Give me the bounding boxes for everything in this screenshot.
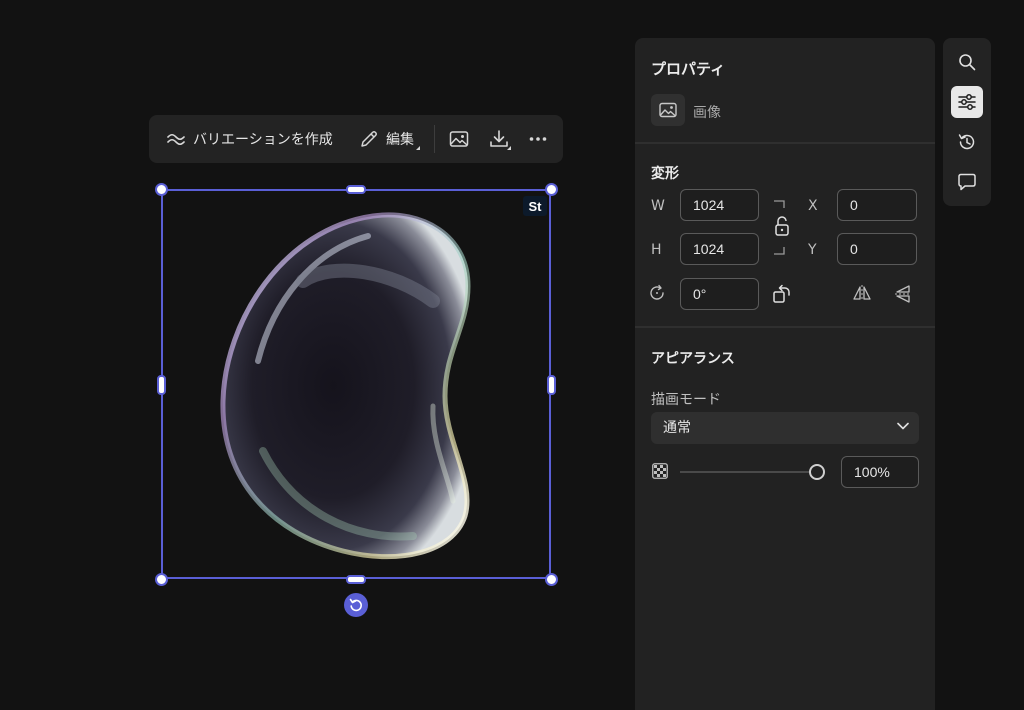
transform-section-title: 変形 [651,166,679,182]
resize-handle-top-right[interactable] [545,183,558,196]
adobe-stock-badge: St [523,196,547,216]
appearance-section-title: アピアランス [651,351,735,367]
section-divider [635,326,935,328]
image-options-button[interactable] [449,115,469,163]
rotation-label-icon [648,284,666,302]
section-divider [635,142,935,144]
y-label: Y [808,242,817,258]
width-label: W [651,198,665,214]
constrain-proportions-toggle[interactable] [770,198,790,256]
image-icon [659,102,677,118]
properties-panel: プロパティ 画像 変形 W 1024 H 1024 X 0 Y 0 0° アピア… [635,38,935,710]
history-icon [957,132,977,152]
comments-button[interactable] [951,166,983,198]
resize-handle-left[interactable] [157,375,166,395]
search-button[interactable] [951,46,983,78]
download-button[interactable] [489,115,511,163]
layer-type-label: 画像 [693,105,721,121]
more-options-button[interactable] [529,115,547,163]
selected-image-frame[interactable] [161,189,551,579]
opacity-slider-track[interactable] [680,471,810,473]
resize-handle-bottom[interactable] [346,575,366,584]
comment-icon [957,173,977,191]
layer-type-badge [651,94,685,126]
blend-mode-value: 通常 [663,420,691,436]
resize-handle-right[interactable] [547,375,556,395]
flip-vertical-button[interactable] [894,284,912,304]
x-input[interactable]: 0 [837,189,917,221]
resize-handle-bottom-left[interactable] [155,573,168,586]
floating-toolbar: バリエーションを作成 編集 [149,115,563,163]
unlock-icon [770,198,790,256]
create-variation-label: バリエーションを作成 [193,132,333,148]
x-label: X [808,198,818,214]
image-icon [449,130,469,148]
flip-vertical-icon [894,284,912,304]
width-input[interactable]: 1024 [680,189,759,221]
edit-label: 編集 [386,132,414,148]
history-button[interactable] [951,126,983,158]
opacity-icon [652,463,668,479]
edit-button[interactable]: 編集 [359,115,420,163]
rotate-90-button[interactable] [772,284,792,304]
adjustments-icon [957,93,977,111]
search-icon [958,53,976,71]
pencil-icon [359,129,379,149]
properties-button[interactable] [951,86,983,118]
download-menu-caret-icon [507,146,511,150]
resize-handle-top[interactable] [346,185,366,194]
flip-horizontal-button[interactable] [852,284,872,302]
flip-horizontal-icon [852,284,872,302]
blend-mode-label: 描画モード [651,392,721,408]
rotate-icon [349,598,363,612]
resize-handle-top-left[interactable] [155,183,168,196]
rotation-input[interactable]: 0° [680,278,759,310]
chevron-down-icon [897,422,909,430]
more-icon [529,136,547,142]
height-input[interactable]: 1024 [680,233,759,265]
opacity-slider-thumb[interactable] [809,464,825,480]
create-variation-button[interactable]: バリエーションを作成 [167,115,333,163]
y-input[interactable]: 0 [837,233,917,265]
rotate-90-icon [772,284,792,304]
toolbar-divider [434,125,435,153]
variation-icon [167,132,185,146]
rotate-handle[interactable] [344,593,368,617]
properties-title: プロパティ [651,60,726,78]
edit-menu-caret-icon [416,146,420,150]
download-icon [489,129,509,149]
soap-bubble-image [220,212,471,560]
resize-handle-bottom-right[interactable] [545,573,558,586]
height-label: H [651,242,662,258]
opacity-input[interactable]: 100% [841,456,919,488]
right-tool-rail [943,38,991,206]
blend-mode-select[interactable]: 通常 [651,412,919,444]
